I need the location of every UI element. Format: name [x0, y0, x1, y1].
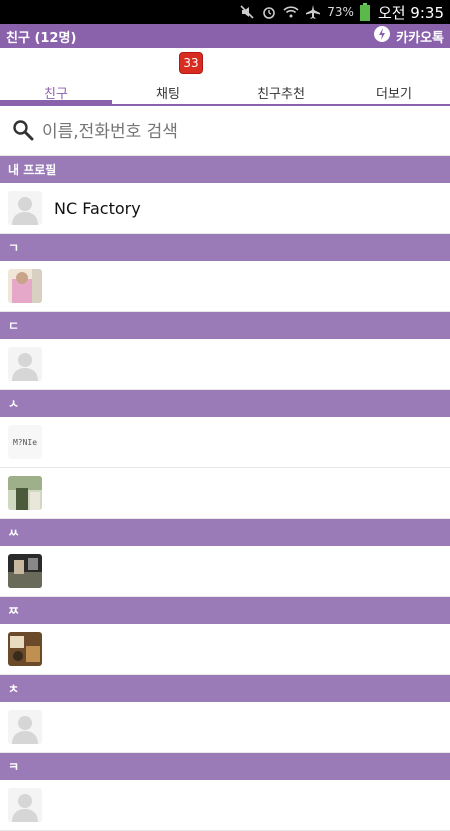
page-title: 친구 (12명) — [6, 30, 77, 46]
tab-more[interactable]: 더보기 — [338, 48, 450, 104]
avatar — [8, 788, 42, 822]
section-header-siot: ㅅ — [0, 390, 450, 417]
list-item[interactable] — [0, 624, 450, 675]
status-icons: 73% 오전 9:35 — [239, 0, 450, 24]
friend-list: 내 프로필 NC Factory ㄱ ㄷ ㅅ M?NIe ㅆ ㅉ ㅊ ㅋ — [0, 156, 450, 831]
brand-label: 카카오톡 — [396, 30, 444, 46]
tab-recommend-label: 친구추천 — [257, 87, 305, 102]
list-item[interactable]: M?NIe — [0, 417, 450, 468]
tab-friends[interactable]: 친구 — [0, 48, 112, 104]
tab-bar: 친구 채팅 친구추천 더보기 — [0, 48, 450, 106]
app-bar: 친구 (12명) 카카오톡 — [0, 24, 450, 48]
section-header-profile: 내 프로필 — [0, 156, 450, 183]
kakaotalk-brand[interactable]: 카카오톡 — [373, 25, 444, 47]
section-header-chieut: ㅊ — [0, 675, 450, 702]
list-item[interactable] — [0, 702, 450, 753]
mute-icon — [239, 4, 255, 20]
wifi-icon — [283, 4, 299, 20]
search-bar[interactable] — [0, 108, 450, 156]
avatar-text: M?NIe — [12, 437, 38, 447]
kakaotalk-logo-icon — [373, 25, 391, 47]
avatar — [8, 632, 42, 666]
battery-icon — [359, 3, 370, 21]
tab-more-label: 더보기 — [376, 87, 412, 102]
battery-percent: 73% — [327, 5, 354, 19]
list-item[interactable] — [0, 546, 450, 597]
chat-unread-badge: 33 — [179, 52, 203, 74]
clock: 오전 9:35 — [377, 3, 444, 22]
avatar — [8, 347, 42, 381]
list-item[interactable] — [0, 468, 450, 519]
my-profile-row[interactable]: NC Factory — [0, 183, 450, 234]
search-input[interactable] — [42, 121, 422, 142]
avatar: M?NIe — [8, 425, 42, 459]
alarm-icon — [261, 4, 277, 20]
section-header-giyeok: ㄱ — [0, 234, 450, 261]
avatar — [8, 710, 42, 744]
airplane-mode-icon — [305, 4, 321, 20]
avatar — [8, 191, 42, 225]
search-icon — [12, 119, 34, 145]
list-item[interactable] — [0, 339, 450, 390]
list-item[interactable] — [0, 780, 450, 831]
tab-recommend-friends[interactable]: 친구추천 — [225, 48, 337, 104]
tab-chats[interactable]: 채팅 — [112, 48, 224, 104]
section-header-digeut: ㄷ — [0, 312, 450, 339]
avatar — [8, 476, 42, 510]
tab-friends-label: 친구 — [44, 87, 68, 102]
profile-name: NC Factory — [54, 198, 141, 218]
section-header-ssangsiot: ㅆ — [0, 519, 450, 546]
avatar — [8, 554, 42, 588]
section-header-kieuk: ㅋ — [0, 753, 450, 780]
avatar — [8, 269, 42, 303]
list-item[interactable] — [0, 261, 450, 312]
tab-chats-label: 채팅 — [156, 87, 180, 102]
section-header-ssangjieut: ㅉ — [0, 597, 450, 624]
status-bar: 73% 오전 9:35 — [0, 0, 450, 24]
